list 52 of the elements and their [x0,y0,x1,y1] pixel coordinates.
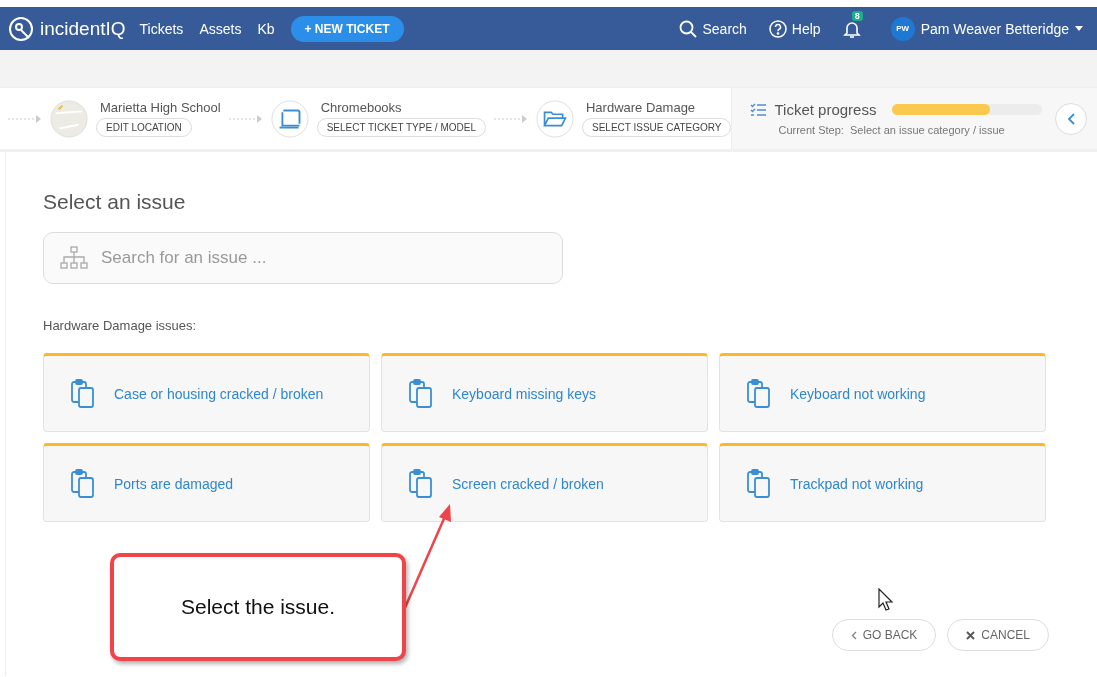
map-icon [50,99,88,138]
user-avatar[interactable]: PW [890,16,915,41]
mouse-pointer-icon [878,588,894,612]
issue-card[interactable]: Ports are damaged [43,443,370,522]
folder-icon [536,99,574,138]
checklist-icon [750,102,767,117]
search-icon[interactable] [679,19,698,38]
chevron-left-icon [850,630,857,640]
page-heading: Select an issue [43,190,187,214]
logo-text: incidentIQ [40,17,126,40]
issue-card[interactable]: Keyboard not working [719,353,1046,432]
step-button[interactable]: EDIT LOCATION [96,118,192,137]
issue-card[interactable]: Case or housing cracked / broken [43,353,370,432]
logo-icon [8,15,34,42]
chevron-left-icon [1067,112,1075,125]
clipboard-icon [70,468,96,499]
collapse-button[interactable] [1055,102,1087,135]
new-ticket-button[interactable]: + NEW TICKET [290,15,404,42]
arrow-icon [228,114,263,123]
search-field[interactable]: Search for an issue ... [43,232,563,284]
step-title: Chromebooks [320,100,402,115]
go-back-button[interactable]: GO BACK [831,619,937,651]
clipboard-icon [746,378,772,409]
step-button[interactable]: SELECT TICKET TYPE / MODEL [316,118,486,137]
current-step-text: Current Step: Select an issue category / issue [778,124,1006,136]
laptop-icon [270,99,309,138]
step-button[interactable]: SELECT ISSUE CATEGORY [582,118,732,137]
help-link[interactable]: Help [791,20,821,37]
callout-box: Select the issue. [110,553,406,661]
issue-card[interactable]: Keyboard missing keys [381,353,708,432]
arrow-icon [8,114,42,123]
help-icon[interactable] [768,19,787,38]
clipboard-icon [746,468,772,499]
cancel-button[interactable]: CANCEL [947,619,1049,651]
clipboard-icon [70,378,96,409]
nav-link[interactable]: Kb [257,20,275,37]
step-title: Hardware Damage [586,100,696,115]
issues-label: Hardware Damage issues: [43,318,198,333]
close-icon [966,630,976,640]
notification-badge: 8 [851,10,863,21]
arrow-icon [494,114,528,123]
progress-title: Ticket progress [774,101,877,118]
clipboard-icon [408,378,434,409]
search-link[interactable]: Search [702,20,747,37]
clipboard-icon [408,468,434,499]
nav-link[interactable]: Assets [199,20,242,37]
issue-card[interactable]: Trackpad not working [719,443,1046,522]
issue-card[interactable]: Screen cracked / broken [381,443,708,522]
user-name[interactable]: Pam Weaver Betteridge [920,20,1069,37]
step-title: Marietta High School [100,100,221,115]
caret-icon[interactable] [1075,26,1083,31]
nav-link[interactable]: Tickets [139,20,184,37]
